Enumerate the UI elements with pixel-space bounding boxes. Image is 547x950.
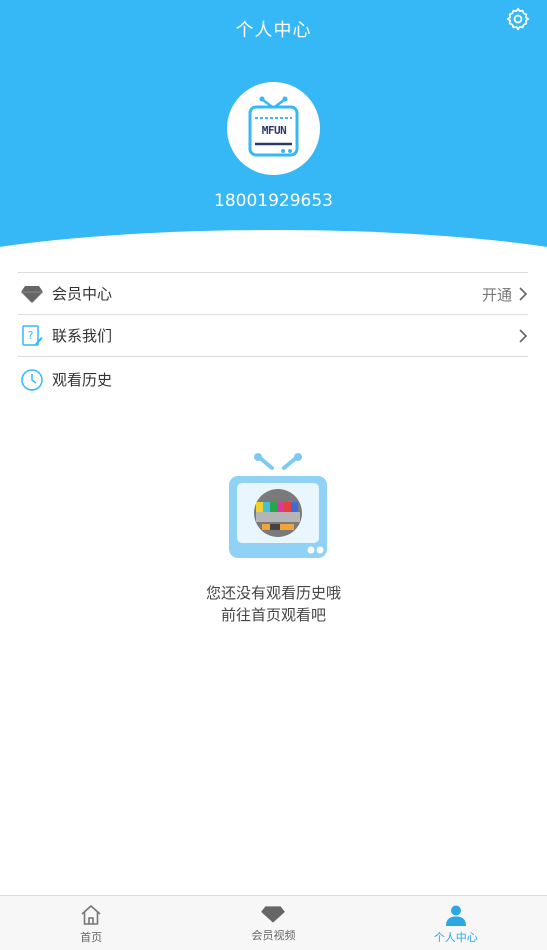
profile-menu: 会员中心 开通 ? 联系我们 观看历史 [18,272,528,402]
tab-home[interactable]: 首页 [0,896,182,950]
menu-item-watch-history[interactable]: 观看历史 [18,356,528,402]
help-doc-icon: ? [19,323,45,349]
menu-right-text: 开通 [481,285,512,304]
avatar[interactable]: MFUN [227,82,320,175]
gear-icon[interactable] [505,6,531,32]
menu-label: 观看历史 [52,371,113,389]
diamond-icon [261,906,286,923]
page-title: 个人中心 [235,20,312,41]
clock-icon [19,367,45,393]
diamond-icon [19,281,45,307]
profile-header: 个人中心 MFUN [0,0,547,250]
menu-item-contact-us[interactable]: ? 联系我们 [18,314,528,356]
user-icon [445,905,466,926]
tab-label: 首页 [80,931,103,944]
empty-line-2: 前往首页观看吧 [220,606,326,624]
svg-text:?: ? [28,329,34,342]
menu-label: 会员中心 [52,285,113,303]
menu-item-vip-center[interactable]: 会员中心 开通 [18,272,528,314]
phone-number: 18001929653 [214,191,333,211]
home-icon [81,905,101,925]
chevron-right-icon [519,287,528,301]
tab-profile[interactable]: 个人中心 [365,896,547,950]
tab-label: 个人中心 [433,931,478,944]
chevron-right-icon [519,329,528,343]
bottom-tab-bar: 首页 会员视频 个人中心 [0,895,547,950]
empty-history-message: 您还没有观看历史哦 前往首页观看吧 [0,582,547,626]
empty-line-1: 您还没有观看历史哦 [205,584,341,602]
tab-vip-videos[interactable]: 会员视频 [182,896,364,950]
tv-test-pattern-icon [226,452,330,564]
menu-label: 联系我们 [52,327,113,345]
tab-label: 会员视频 [251,929,296,942]
avatar-logo-text: MFUN [261,124,287,137]
